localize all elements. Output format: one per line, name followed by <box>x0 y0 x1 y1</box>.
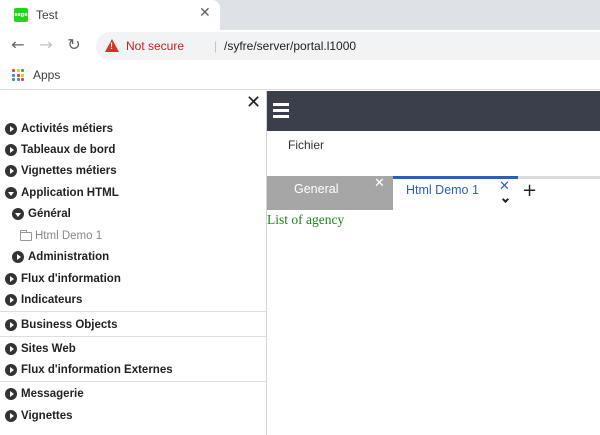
add-tab-button[interactable]: + <box>522 180 537 201</box>
tab-label: Html Demo 1 <box>406 183 479 197</box>
sidebar-item-label: Business Objects <box>21 319 118 331</box>
sidebar-item-activites-metiers[interactable]: Activités métiers <box>5 119 113 139</box>
tab-label: General <box>294 182 339 196</box>
sidebar-item-label: Flux d'information <box>21 273 121 285</box>
chevron-right-circle-icon <box>5 123 17 135</box>
tabs-divider <box>518 176 600 179</box>
chevron-right-circle-icon <box>5 388 17 400</box>
browser-tab[interactable]: sage Test ✕ <box>0 0 220 30</box>
main-content: Fichier General ✕ Html Demo 1 ✕ + List o… <box>267 91 600 435</box>
apps-grid-icon[interactable] <box>12 69 24 81</box>
close-sidebar-icon[interactable]: ✕ <box>246 92 261 113</box>
menu-fichier[interactable]: Fichier <box>288 138 324 152</box>
app-topbar <box>267 91 600 131</box>
sidebar-item-label: Tableaux de bord <box>21 144 116 156</box>
chevron-right-circle-icon <box>5 165 17 177</box>
sidebar-item-flux-information[interactable]: Flux d'information <box>5 269 121 289</box>
sidebar-item-messagerie[interactable]: Messagerie <box>5 384 84 404</box>
address-bar[interactable]: Not secure | /syfre/server/portal.l1000 <box>96 32 600 60</box>
url-text[interactable]: /syfre/server/portal.l1000 <box>224 39 356 53</box>
sidebar-item-sites-web[interactable]: Sites Web <box>5 339 76 359</box>
chevron-right-circle-icon <box>5 410 17 422</box>
sidebar-item-indicateurs[interactable]: Indicateurs <box>5 290 82 310</box>
browser-tabstrip: sage Test ✕ <box>0 0 600 30</box>
sidebar-item-label: Vignettes métiers <box>21 165 117 177</box>
chevron-down-circle-icon <box>5 187 17 199</box>
sidebar-item-administration[interactable]: Administration <box>12 247 109 267</box>
sidebar-item-label: Indicateurs <box>21 294 83 306</box>
url-separator: | <box>214 39 218 53</box>
chevron-right-circle-icon <box>5 319 17 331</box>
sidebar-divider <box>0 381 266 382</box>
hamburger-menu-icon[interactable] <box>273 102 289 118</box>
close-tab-icon[interactable]: ✕ <box>199 5 211 21</box>
forward-arrow-icon[interactable]: → <box>35 34 57 56</box>
not-secure-label[interactable]: Not secure <box>126 39 184 53</box>
chevron-down-icon[interactable] <box>501 195 510 204</box>
tab-html-demo-1[interactable]: Html Demo 1 ✕ <box>393 176 518 210</box>
sidebar-item-vignettes[interactable]: Vignettes <box>5 406 73 426</box>
chevron-down-circle-icon <box>12 208 24 220</box>
sidebar-item-flux-information-externes[interactable]: Flux d'information Externes <box>5 360 173 380</box>
tab-general[interactable]: General ✕ <box>267 176 393 210</box>
reload-icon[interactable]: ↻ <box>63 34 85 56</box>
sidebar-item-html-demo-1[interactable]: Html Demo 1 <box>20 226 102 246</box>
sidebar-item-label: Administration <box>28 251 110 263</box>
chevron-right-circle-icon <box>5 144 17 156</box>
sidebar-item-label: Sites Web <box>21 343 76 355</box>
close-tab-icon[interactable]: ✕ <box>374 176 385 191</box>
sidebar-item-label: Flux d'information Externes <box>21 364 173 376</box>
sidebar-item-label: Vignettes <box>21 410 73 422</box>
sidebar-item-general[interactable]: Général <box>12 204 71 224</box>
sidebar-item-vignettes-metiers[interactable]: Vignettes métiers <box>5 161 117 181</box>
sidebar-divider <box>0 336 266 337</box>
content-title: List of agency <box>267 212 345 227</box>
folder-icon <box>20 229 32 241</box>
chevron-right-circle-icon <box>5 294 17 306</box>
content-tabs: General ✕ Html Demo 1 ✕ + <box>267 176 600 210</box>
sidebar-item-application-html[interactable]: Application HTML <box>5 183 119 203</box>
sidebar-divider <box>0 311 266 312</box>
sidebar-item-label: Général <box>28 208 71 220</box>
sage-favicon-icon: sage <box>14 8 28 22</box>
chevron-right-circle-icon <box>5 364 17 376</box>
sidebar-item-label: Application HTML <box>21 187 119 199</box>
sidebar-item-label: Activités métiers <box>21 123 114 135</box>
chevron-right-circle-icon <box>5 273 17 285</box>
back-arrow-icon[interactable]: ← <box>7 34 29 56</box>
chevron-right-circle-icon <box>5 343 17 355</box>
sidebar-item-label: Html Demo 1 <box>35 230 103 242</box>
sidebar-item-business-objects[interactable]: Business Objects <box>5 315 118 335</box>
bookmarks-bar: Apps <box>0 62 600 90</box>
browser-toolbar: ← → ↻ Not secure | /syfre/server/portal.… <box>0 30 600 62</box>
sidebar-item-tableaux-de-bord[interactable]: Tableaux de bord <box>5 140 115 160</box>
chevron-right-circle-icon <box>12 251 24 263</box>
warning-icon[interactable] <box>105 39 119 52</box>
close-tab-icon[interactable]: ✕ <box>499 179 510 194</box>
apps-bookmark[interactable]: Apps <box>33 68 60 82</box>
browser-tab-title: Test <box>36 8 59 22</box>
sidebar-item-label: Messagerie <box>21 388 84 400</box>
navigation-sidebar: ✕ Activités métiers Tableaux de bord Vig… <box>0 91 267 435</box>
